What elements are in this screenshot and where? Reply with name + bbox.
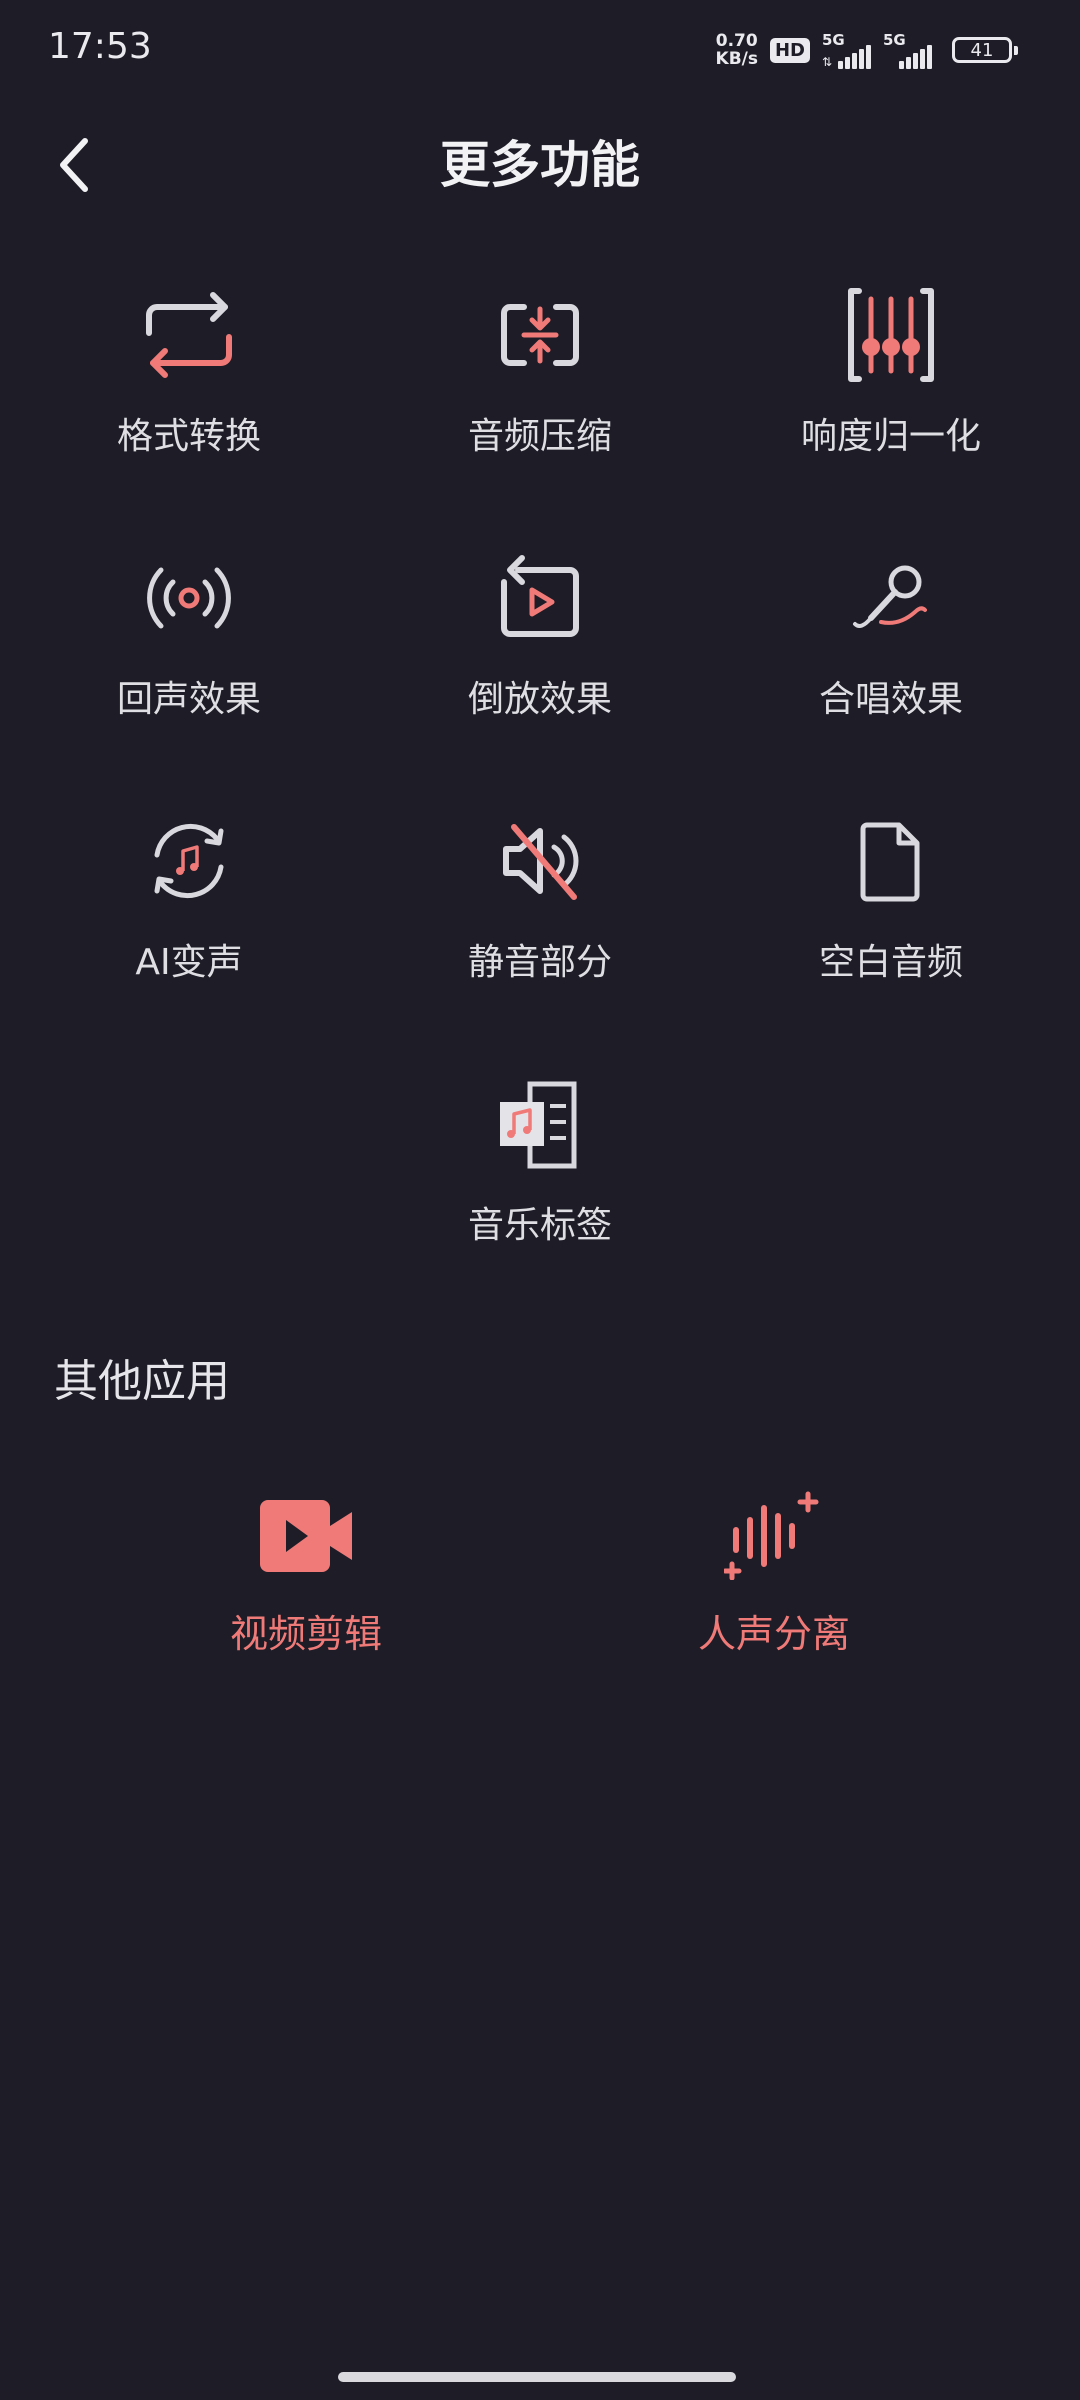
status-bar: 17:53 0.70 KB/s HD 5G ⇅ 5G 41 xyxy=(0,0,1080,100)
feature-label: 空白音频 xyxy=(818,942,963,983)
feature-label: 音频压缩 xyxy=(467,416,612,457)
feature-label: 静音部分 xyxy=(467,942,612,983)
header: 更多功能 xyxy=(0,120,1080,210)
signal-icon: 5G ⇅ xyxy=(822,31,871,69)
network-speed-unit: KB/s xyxy=(715,49,758,69)
battery-icon: 41 xyxy=(952,37,1018,63)
feature-mute[interactable]: 静音部分 xyxy=(390,811,690,1031)
feature-audio-compress[interactable]: 音频压缩 xyxy=(390,285,690,505)
app-video-edit[interactable]: 视频剪辑 xyxy=(146,1485,466,1685)
feature-label: 音乐标签 xyxy=(467,1205,612,1246)
feature-label: 响度归一化 xyxy=(800,416,981,457)
app-label: 人声分离 xyxy=(697,1612,850,1656)
mute-icon xyxy=(490,811,590,911)
reverse-play-icon xyxy=(490,548,590,648)
video-camera-icon xyxy=(251,1485,361,1585)
echo-icon xyxy=(139,548,239,648)
data-arrows-icon: ⇅ xyxy=(822,55,833,69)
other-apps-title: 其他应用 xyxy=(54,1356,230,1407)
page-title: 更多功能 xyxy=(440,136,640,194)
vocal-separation-icon xyxy=(719,1485,829,1585)
feature-music-tag[interactable]: 音乐标签 xyxy=(390,1074,690,1294)
feature-label: 格式转换 xyxy=(116,416,261,457)
feature-ai-voice[interactable]: AI变声 xyxy=(39,811,339,1031)
network-speed: 0.70 KB/s xyxy=(716,32,758,68)
chorus-mic-icon xyxy=(841,548,941,648)
format-convert-icon xyxy=(139,285,239,385)
loudness-normalize-icon xyxy=(841,285,941,385)
battery-level: 41 xyxy=(970,39,994,61)
music-tag-icon xyxy=(490,1074,590,1174)
signal-2-label: 5G xyxy=(883,31,906,49)
signal-icon-2: 5G xyxy=(883,31,932,69)
audio-compress-icon xyxy=(490,285,590,385)
feature-label: 合唱效果 xyxy=(818,679,963,720)
feature-label: 回声效果 xyxy=(116,679,261,720)
home-indicator[interactable] xyxy=(338,2372,736,2382)
hd-badge: HD xyxy=(769,37,810,63)
ai-voice-change-icon xyxy=(139,811,239,911)
feature-blank-audio[interactable]: 空白音频 xyxy=(741,811,1041,1031)
feature-format-convert[interactable]: 格式转换 xyxy=(39,285,339,505)
feature-echo[interactable]: 回声效果 xyxy=(39,548,339,768)
feature-chorus[interactable]: 合唱效果 xyxy=(741,548,1041,768)
app-label: 视频剪辑 xyxy=(229,1612,382,1656)
feature-label: 倒放效果 xyxy=(467,679,612,720)
status-icons: 0.70 KB/s HD 5G ⇅ 5G 41 xyxy=(716,28,1018,72)
feature-label: AI变声 xyxy=(135,942,243,983)
status-time: 17:53 xyxy=(48,26,152,67)
blank-file-icon xyxy=(841,811,941,911)
signal-1-label: 5G xyxy=(822,31,845,49)
feature-reverse-play[interactable]: 倒放效果 xyxy=(390,548,690,768)
feature-loudness-normalize[interactable]: 响度归一化 xyxy=(741,285,1041,505)
app-vocal-separation[interactable]: 人声分离 xyxy=(614,1485,934,1685)
network-speed-value: 0.70 xyxy=(715,31,758,51)
